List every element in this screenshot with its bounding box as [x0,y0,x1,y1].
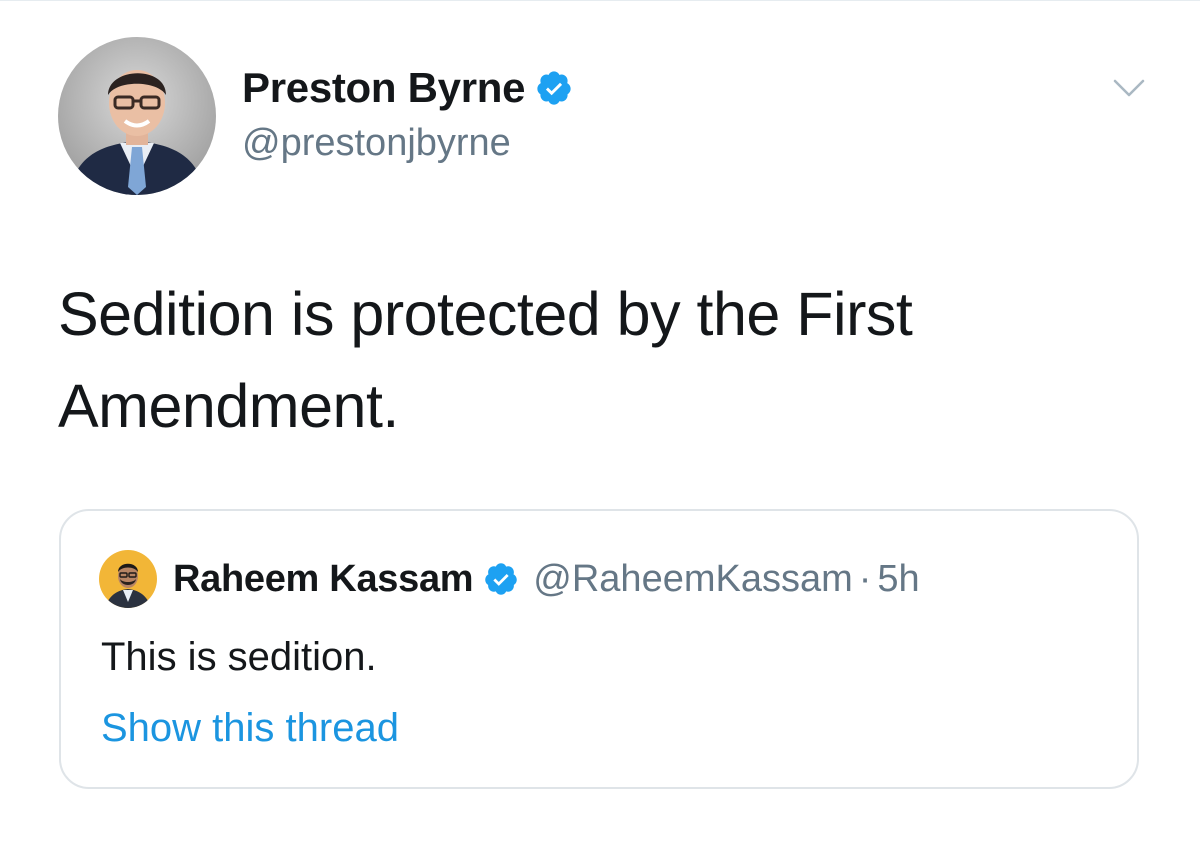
tweet-text: Sedition is protected by the First Amend… [58,280,913,440]
author-avatar-photo [58,37,216,195]
author-handle[interactable]: @prestonjbyrne [242,122,511,165]
verified-badge-icon [535,69,573,107]
author-name-row: Preston Byrne [242,62,573,114]
meta-separator: · [858,557,872,600]
quoted-author-display-name[interactable]: Raheem Kassam [173,558,474,601]
author-avatar[interactable] [58,37,216,195]
quoted-author-avatar[interactable] [99,550,157,608]
quoted-tweet-text: This is sedition. [101,635,377,679]
chevron-down-icon[interactable] [1112,76,1146,100]
author-display-name[interactable]: Preston Byrne [242,64,526,112]
quoted-tweet-header: Raheem Kassam @RaheemKassam · 5h [173,555,920,603]
quoted-author-avatar-photo [99,550,157,608]
top-divider [0,0,1200,1]
quoted-tweet-timestamp[interactable]: 5h [877,558,919,601]
verified-badge-icon [483,561,519,597]
quoted-author-handle[interactable]: @RaheemKassam [533,558,852,601]
quoted-tweet-card[interactable]: Raheem Kassam @RaheemKassam · 5h This is… [59,509,1139,789]
show-thread-link[interactable]: Show this thread [101,706,399,751]
